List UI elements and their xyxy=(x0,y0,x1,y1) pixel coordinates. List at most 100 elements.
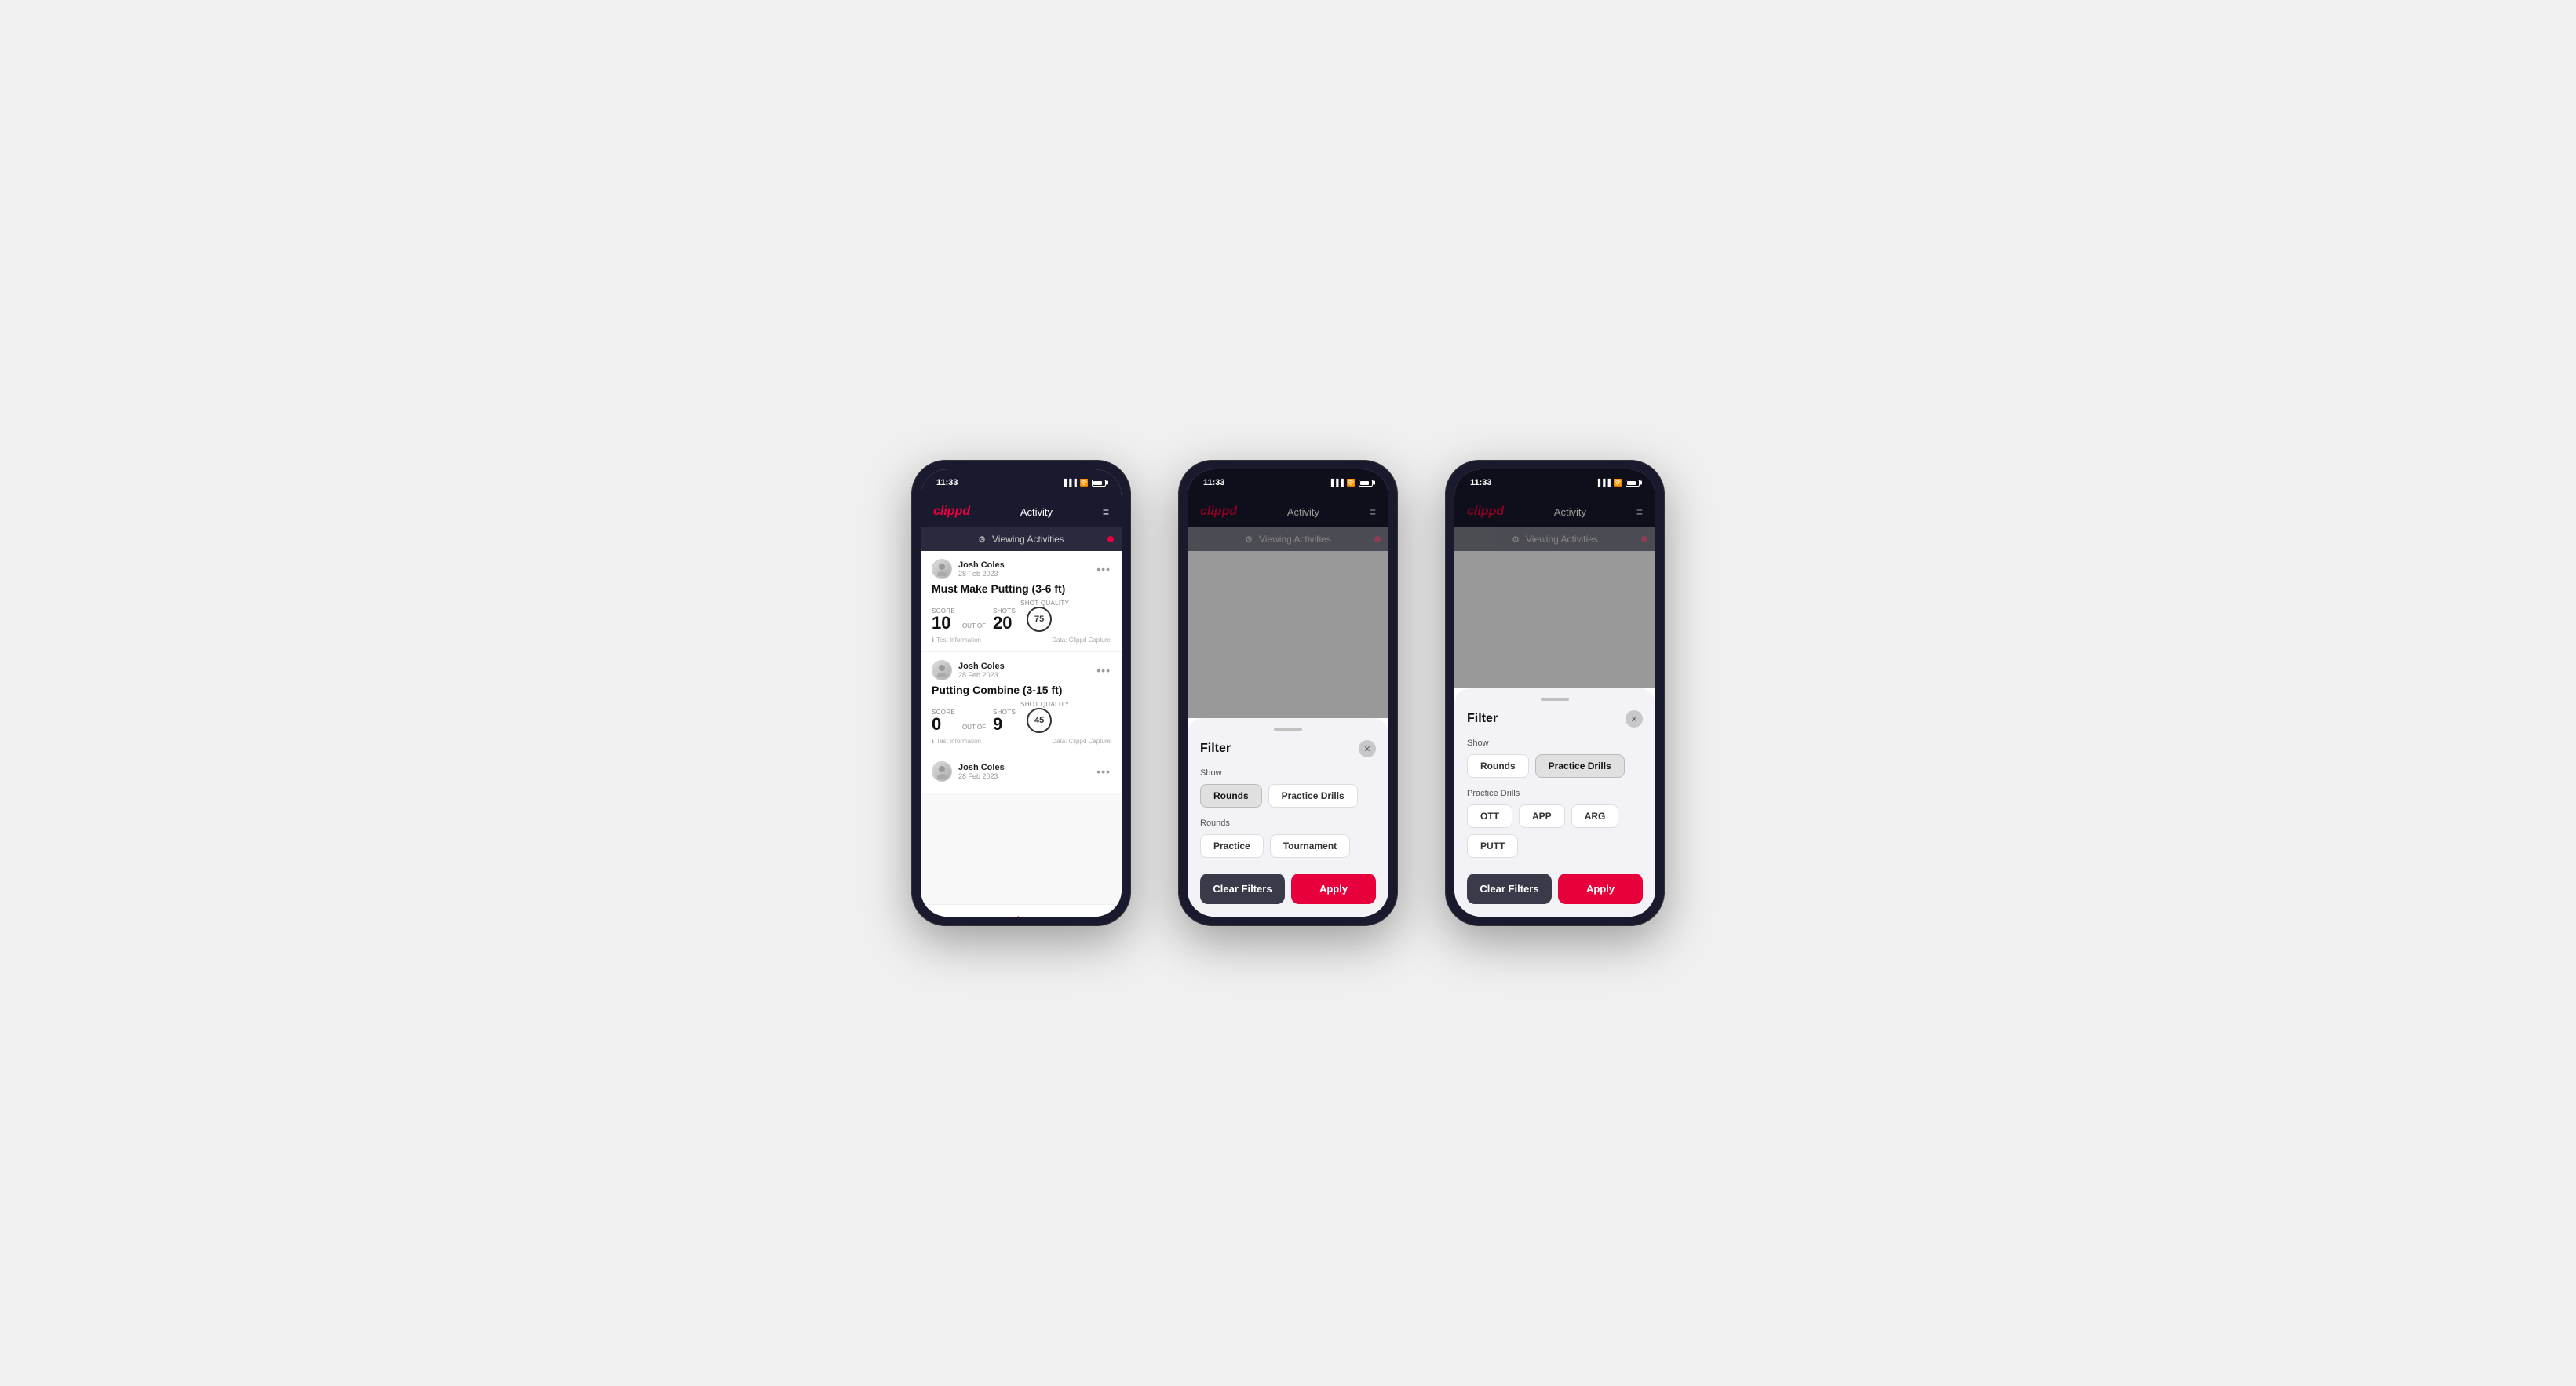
capture-icon-1: ⊕ xyxy=(1082,914,1093,917)
wifi-icon-2: 🛜 xyxy=(1347,479,1356,487)
phone-2: 11:33 ▐▐▐ 🛜 clippd Activity ≡ ⚙ Vie xyxy=(1178,460,1398,926)
rounds-chips-2: Practice Tournament xyxy=(1200,834,1376,858)
shots-group-2: Shots 9 xyxy=(993,709,1016,733)
user-name-2: Josh Coles xyxy=(958,662,1005,671)
avatar-3 xyxy=(932,761,952,782)
phone-1: 11:33 ▐▐▐ 🛜 clippd Activity ≡ ⚙ Vie xyxy=(911,460,1131,926)
user-meta-2: Josh Coles 28 Feb 2023 xyxy=(958,662,1005,679)
activity-footer-1: ℹ Test Information Data: Clippd Capture xyxy=(932,636,1111,644)
screen-content-1: clippd Activity ≡ ⚙ Viewing Activities xyxy=(921,496,1122,917)
wifi-icon-3: 🛜 xyxy=(1614,479,1622,487)
user-meta-3: Josh Coles 28 Feb 2023 xyxy=(958,763,1005,780)
sq-group-2: Shot Quality 45 xyxy=(1020,701,1069,733)
home-icon-1: ⌂ xyxy=(948,914,956,917)
viewing-bar-text-1: Viewing Activities xyxy=(992,534,1064,545)
status-time-3: 11:33 xyxy=(1470,478,1492,487)
chip-ott-3[interactable]: OTT xyxy=(1467,804,1512,828)
user-meta-1: Josh Coles 28 Feb 2023 xyxy=(958,560,1005,578)
rounds-label-2: Rounds xyxy=(1200,819,1376,828)
screen-content-3: clippd Activity ≡ ⚙ Viewing Activities F… xyxy=(1454,496,1655,917)
phone-1-screen: 11:33 ▐▐▐ 🛜 clippd Activity ≡ ⚙ Vie xyxy=(921,469,1122,917)
apply-btn-3[interactable]: Apply xyxy=(1558,874,1643,904)
more-dots-1[interactable]: ••• xyxy=(1096,563,1111,575)
score-group-2: Score 0 xyxy=(932,709,955,733)
phone-3-screen: 11:33 ▐▐▐ 🛜 clippd Activity ≡ ⚙ Vie xyxy=(1454,469,1655,917)
info-icon-1: ℹ xyxy=(932,636,934,644)
close-btn-2[interactable]: ✕ xyxy=(1359,740,1376,757)
sq-badge-1: 75 xyxy=(1027,607,1052,632)
filter-sheet-3: Filter ✕ Show Rounds Practice Drills Pra… xyxy=(1454,688,1655,917)
menu-icon-1[interactable]: ≡ xyxy=(1103,505,1109,518)
chip-tournament-2[interactable]: Tournament xyxy=(1270,834,1350,858)
filter-actions-3: Clear Filters Apply xyxy=(1467,874,1643,904)
chip-practice-2[interactable]: Practice xyxy=(1200,834,1264,858)
user-date-2: 28 Feb 2023 xyxy=(958,671,1005,679)
activity-footer-2: ℹ Test Information Data: Clippd Capture xyxy=(932,738,1111,745)
avatar-2 xyxy=(932,660,952,680)
activity-item-2[interactable]: Josh Coles 28 Feb 2023 ••• Putting Combi… xyxy=(921,652,1122,753)
show-label-3: Show xyxy=(1467,739,1643,748)
filter-sheet-2: Filter ✕ Show Rounds Practice Drills Rou… xyxy=(1188,718,1388,917)
avatar-inner-1 xyxy=(932,560,951,578)
activity-header-1: Josh Coles 28 Feb 2023 ••• xyxy=(932,559,1111,579)
activity-item-1[interactable]: Josh Coles 28 Feb 2023 ••• Must Make Put… xyxy=(921,551,1122,652)
nav-capture-1[interactable]: ⊕ Capture xyxy=(1075,914,1100,917)
nav-activities-1[interactable]: ♟ Activities xyxy=(1004,914,1032,917)
status-bar-1: 11:33 ▐▐▐ 🛜 xyxy=(921,469,1122,496)
phone-2-screen: 11:33 ▐▐▐ 🛜 clippd Activity ≡ ⚙ Vie xyxy=(1188,469,1388,917)
header-title-1: Activity xyxy=(1020,506,1053,518)
avatar-inner-2 xyxy=(932,661,951,680)
user-date-3: 28 Feb 2023 xyxy=(958,772,1005,780)
show-chips-3: Rounds Practice Drills xyxy=(1467,754,1643,778)
sq-label-2: Shot Quality xyxy=(1020,701,1069,708)
chip-rounds-3[interactable]: Rounds xyxy=(1467,754,1529,778)
nav-home-1[interactable]: ⌂ Home xyxy=(942,914,961,917)
filter-actions-2: Clear Filters Apply xyxy=(1200,874,1376,904)
test-info-2: ℹ Test Information xyxy=(932,738,981,745)
user-info-2: Josh Coles 28 Feb 2023 xyxy=(932,660,1005,680)
battery-icon-1 xyxy=(1092,480,1106,487)
score-value-2: 0 xyxy=(932,716,955,733)
user-name-3: Josh Coles xyxy=(958,763,1005,772)
signal-icon-3: ▐▐▐ xyxy=(1596,479,1611,487)
chip-arg-3[interactable]: ARG xyxy=(1571,804,1619,828)
sq-label-1: Shot Quality xyxy=(1020,600,1069,607)
overlay-bg-2 xyxy=(1188,469,1388,718)
viewing-bar-1[interactable]: ⚙ Viewing Activities xyxy=(921,527,1122,551)
chip-putt-3[interactable]: PUTT xyxy=(1467,834,1518,858)
apply-btn-2[interactable]: Apply xyxy=(1291,874,1376,904)
data-source-1: Data: Clippd Capture xyxy=(1052,636,1111,644)
filter-header-3: Filter ✕ xyxy=(1467,710,1643,728)
chip-app-3[interactable]: APP xyxy=(1519,804,1565,828)
status-icons-1: ▐▐▐ 🛜 xyxy=(1062,479,1106,487)
chip-practice-drills-3[interactable]: Practice Drills xyxy=(1535,754,1625,778)
shots-value-2: 9 xyxy=(993,716,1016,733)
chip-practice-drills-2[interactable]: Practice Drills xyxy=(1268,784,1358,808)
activity-header-3: Josh Coles 28 Feb 2023 ••• xyxy=(932,761,1111,782)
status-icons-2: ▐▐▐ 🛜 xyxy=(1329,479,1373,487)
pd-chips-3: OTT APP ARG PUTT xyxy=(1467,804,1643,858)
logo-1: clippd xyxy=(933,505,970,519)
more-dots-2[interactable]: ••• xyxy=(1096,664,1111,677)
user-info-3: Josh Coles 28 Feb 2023 xyxy=(932,761,1005,782)
chip-rounds-2[interactable]: Rounds xyxy=(1200,784,1262,808)
clear-filters-btn-2[interactable]: Clear Filters xyxy=(1200,874,1285,904)
activity-title-1: Must Make Putting (3-6 ft) xyxy=(932,582,1111,595)
show-label-2: Show xyxy=(1200,768,1376,778)
activities-icon-1: ♟ xyxy=(1013,914,1023,917)
info-icon-2: ℹ xyxy=(932,738,934,745)
activity-item-3[interactable]: Josh Coles 28 Feb 2023 ••• xyxy=(921,753,1122,793)
status-icons-3: ▐▐▐ 🛜 xyxy=(1596,479,1640,487)
notch-1 xyxy=(990,469,1053,487)
close-btn-3[interactable]: ✕ xyxy=(1626,710,1643,728)
clear-filters-btn-3[interactable]: Clear Filters xyxy=(1467,874,1552,904)
status-time-2: 11:33 xyxy=(1203,478,1225,487)
red-dot-1 xyxy=(1107,536,1114,542)
wifi-icon-1: 🛜 xyxy=(1080,479,1089,487)
user-name-1: Josh Coles xyxy=(958,560,1005,570)
score-value-1: 10 xyxy=(932,615,955,632)
bottom-nav-1: ⌂ Home ♟ Activities ⊕ Capture xyxy=(921,904,1122,917)
more-dots-3[interactable]: ••• xyxy=(1096,765,1111,778)
scene: 11:33 ▐▐▐ 🛜 clippd Activity ≡ ⚙ Vie xyxy=(911,460,1665,926)
activity-header-2: Josh Coles 28 Feb 2023 ••• xyxy=(932,660,1111,680)
